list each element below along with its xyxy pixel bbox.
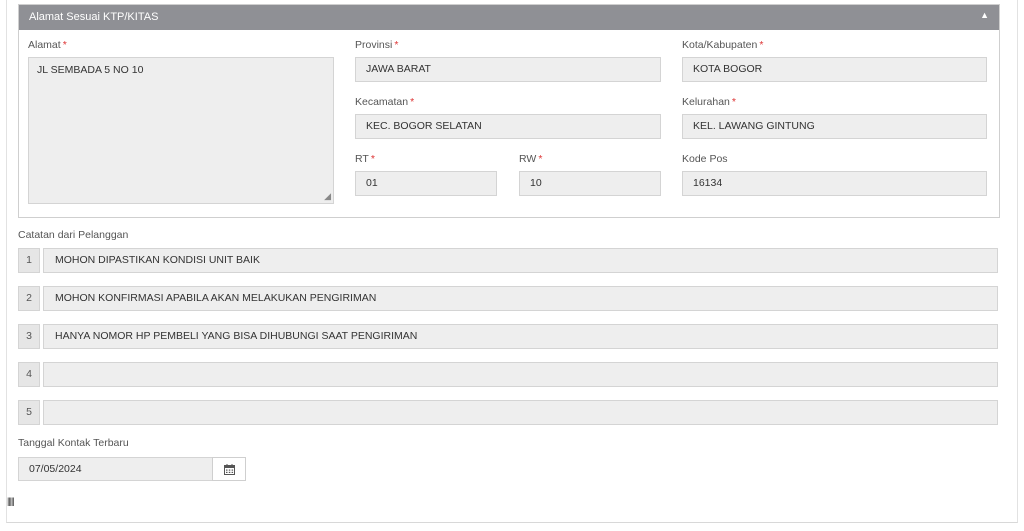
note-row: 4 <box>18 362 998 387</box>
note-number: 3 <box>18 324 40 349</box>
note-number: 4 <box>18 362 40 387</box>
panel-title: Alamat Sesuai KTP/KITAS <box>29 11 159 23</box>
kelurahan-field[interactable]: KEL. LAWANG GINTUNG <box>682 114 987 139</box>
note-row: 5 <box>18 400 998 425</box>
kecamatan-field[interactable]: KEC. BOGOR SELATAN <box>355 114 661 139</box>
rw-field[interactable]: 10 <box>519 171 661 196</box>
note-row: 1 MOHON DIPASTIKAN KONDISI UNIT BAIK <box>18 248 998 273</box>
calendar-icon <box>224 464 235 475</box>
provinsi-field[interactable]: JAWA BARAT <box>355 57 661 82</box>
contact-date-field[interactable]: 07/05/2024 <box>18 457 213 481</box>
rt-field[interactable]: 01 <box>355 171 497 196</box>
caret-up-icon[interactable]: ▲ <box>980 10 989 20</box>
note-field[interactable] <box>43 400 998 425</box>
alamat-textarea[interactable]: JL SEMBADA 5 NO 10 ◢ <box>28 57 334 204</box>
contact-date-label: Tanggal Kontak Terbaru <box>18 437 129 449</box>
note-field[interactable]: MOHON KONFIRMASI APABILA AKAN MELAKUKAN … <box>43 286 998 311</box>
kota-field[interactable]: KOTA BOGOR <box>682 57 987 82</box>
alamat-label: Alamat * <box>28 39 67 51</box>
provinsi-label: Provinsi * <box>355 39 399 51</box>
kodepos-label: Kode Pos <box>682 153 728 165</box>
kota-label: Kota/Kabupaten * <box>682 39 764 51</box>
alamat-value: JL SEMBADA 5 NO 10 <box>37 64 144 76</box>
note-field[interactable] <box>43 362 998 387</box>
note-field[interactable]: MOHON DIPASTIKAN KONDISI UNIT BAIK <box>43 248 998 273</box>
notes-label: Catatan dari Pelanggan <box>18 229 129 241</box>
note-number: 5 <box>18 400 40 425</box>
rw-label: RW * <box>519 153 543 165</box>
kodepos-field[interactable]: 16134 <box>682 171 987 196</box>
kecamatan-label: Kecamatan * <box>355 96 415 108</box>
note-field[interactable]: HANYA NOMOR HP PEMBELI YANG BISA DIHUBUN… <box>43 324 998 349</box>
note-number: 2 <box>18 286 40 311</box>
rt-label: RT * <box>355 153 375 165</box>
calendar-button[interactable] <box>212 457 246 481</box>
note-number: 1 <box>18 248 40 273</box>
kelurahan-label: Kelurahan * <box>682 96 736 108</box>
scroll-indicator-icon: ||||| <box>7 496 15 506</box>
note-row: 3 HANYA NOMOR HP PEMBELI YANG BISA DIHUB… <box>18 324 998 349</box>
address-panel-header[interactable]: Alamat Sesuai KTP/KITAS ▲ <box>19 5 999 30</box>
resize-handle-icon[interactable]: ◢ <box>324 191 331 202</box>
note-row: 2 MOHON KONFIRMASI APABILA AKAN MELAKUKA… <box>18 286 998 311</box>
